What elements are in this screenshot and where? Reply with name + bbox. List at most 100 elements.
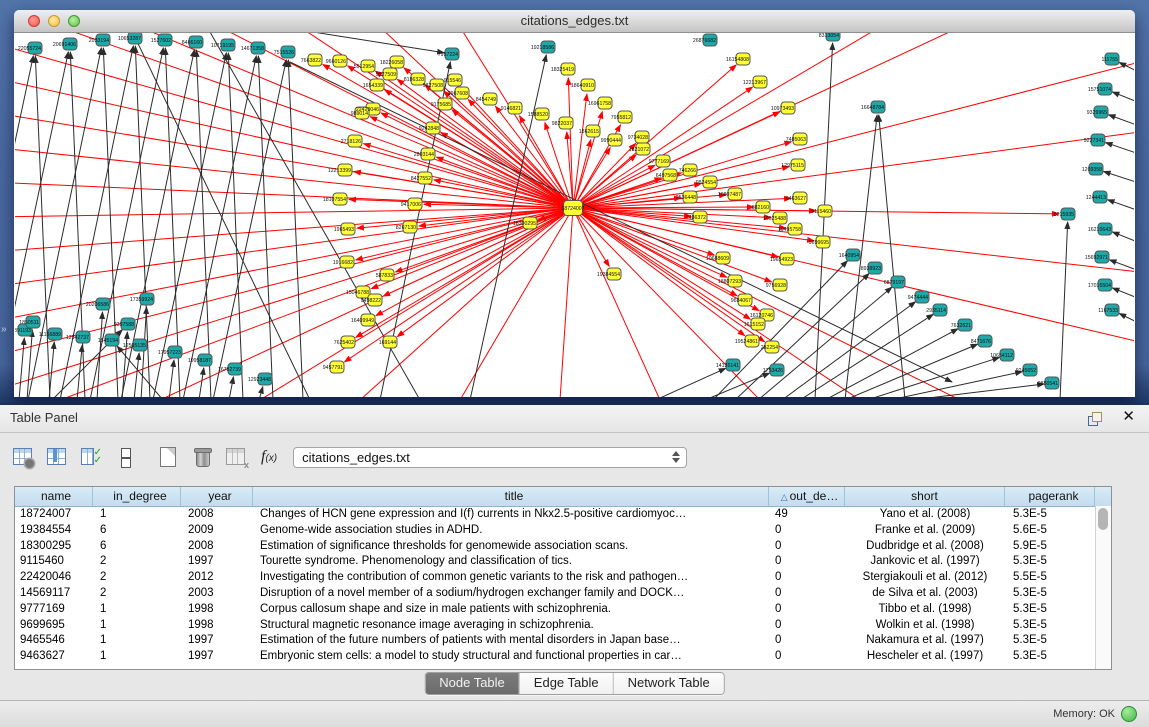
table-row[interactable]: 1872400712008Changes of HCN gene express… [15, 507, 1111, 523]
column-header-name[interactable]: name [15, 487, 93, 506]
table-cell: 18724007 [15, 507, 93, 523]
node-label: 10719195 [211, 43, 234, 49]
close-window-button[interactable] [28, 15, 40, 27]
table-cell: 2 [93, 554, 181, 570]
table-cell: Investigating the contribution of common… [253, 570, 769, 586]
table-cell: 0 [769, 570, 845, 586]
node-label: 8215935 [1054, 212, 1074, 218]
node-label: 8186328 [404, 77, 424, 83]
tab-network-table[interactable]: Network Table [613, 673, 724, 694]
column-header-outde[interactable]: △out_de… [769, 487, 845, 506]
table-cell: 0 [769, 539, 845, 555]
memory-status-indicator[interactable] [1121, 706, 1137, 722]
node-label: 2033194 [89, 38, 109, 44]
node-label: 7486372 [686, 215, 706, 221]
table-cell: Estimation of significance thresholds fo… [253, 539, 769, 555]
node-label: 1965493 [334, 227, 354, 233]
table-cell: de Silva et al. (2003) [845, 586, 1005, 602]
function-builder-icon[interactable]: f(x) [261, 448, 277, 466]
scrollbar-thumb[interactable] [1098, 508, 1108, 530]
node-label: 18724007 [561, 206, 584, 212]
table-cell: 1 [93, 507, 181, 523]
node-label: 2536448 [676, 195, 696, 201]
panel-collapse-marker[interactable]: » [1, 324, 7, 335]
table-cell: 5.3E-5 [1005, 633, 1095, 649]
table-row[interactable]: 977716911998Corpus callosum shape and si… [15, 602, 1111, 618]
network-table-select[interactable]: citations_edges.txt [293, 447, 687, 468]
table-row[interactable]: 1830029562008Estimation of significance … [15, 539, 1111, 555]
table-cell: 1998 [181, 602, 253, 618]
node-label: 12213967 [743, 80, 766, 86]
panel-title: Table Panel [10, 410, 78, 425]
node-label: 16409949 [351, 318, 374, 324]
table-row[interactable]: 946554611997Estimation of the future num… [15, 633, 1111, 649]
node-label: 9822037 [552, 121, 572, 127]
node-label: 1615152 [744, 322, 764, 328]
table-cell: Embryonic stem cells: a model to study s… [253, 649, 769, 665]
node-label: 587833 [376, 273, 393, 279]
column-header-year[interactable]: year [181, 487, 253, 506]
column-header-indegree[interactable]: in_degree [93, 487, 181, 506]
table-cell: 1997 [181, 633, 253, 649]
node-label: 7632621 [951, 323, 971, 329]
table-row[interactable]: 1938455462009Genome-wide association stu… [15, 523, 1111, 539]
node-label: 9684067 [731, 298, 751, 304]
new-table-icon[interactable] [158, 446, 179, 468]
table-cell: Wolkin et al. (1998) [845, 618, 1005, 634]
node-label: 9417006 [401, 202, 421, 208]
table-cell: 6 [93, 539, 181, 555]
table-panel-header: Table Panel ✕ [0, 405, 1149, 433]
table-row[interactable]: 2242004622012Investigating the contribut… [15, 570, 1111, 586]
table-cell: 1997 [181, 554, 253, 570]
network-view-window: citations_edges.txt 22055724206914062033… [14, 10, 1135, 397]
network-graph[interactable]: 2205572420691406203319410653287152760284… [15, 33, 1134, 397]
table-cell: 2008 [181, 507, 253, 523]
table-row[interactable]: 946362711997Embryonic stem cells: a mode… [15, 649, 1111, 665]
table-cell: Changes of HCN gene expression and I(f) … [253, 507, 769, 523]
node-label: 7663822 [301, 58, 321, 64]
table-row[interactable]: 1456911722003Disruption of a novel membe… [15, 586, 1111, 602]
table-row[interactable]: 911546021997Tourette syndrome. Phenomeno… [15, 554, 1111, 570]
node-label: 12213399 [328, 168, 351, 174]
node-label: 746266 [679, 168, 696, 174]
window-title: citations_edges.txt [521, 13, 629, 28]
table-scrollbar[interactable] [1095, 506, 1111, 669]
table-cell: 5.5E-5 [1005, 570, 1095, 586]
node-table: namein_degreeyeartitle△out_de…shortpager… [14, 486, 1112, 670]
node-label: 8471676 [971, 339, 991, 345]
float-panel-icon[interactable] [1088, 411, 1103, 426]
table-cell: 49 [769, 507, 845, 523]
column-header-pagerank[interactable]: pagerank [1005, 487, 1095, 506]
node-label: 9242848 [419, 126, 439, 132]
node-label: 9734028 [628, 135, 648, 141]
memory-status-label: Memory: OK [1053, 708, 1115, 720]
network-canvas[interactable]: 2205572420691406203319410653287152760284… [15, 33, 1134, 397]
node-label: 8454749 [476, 97, 496, 103]
node-label: 12975115 [781, 163, 804, 169]
node-label: 7485063 [786, 137, 806, 143]
select-all-icon[interactable]: ✓✓ [81, 446, 102, 468]
status-bar: Memory: OK [0, 700, 1149, 727]
column-header-title[interactable]: title [253, 487, 769, 506]
delete-table-icon[interactable] [192, 446, 213, 468]
table-cell: 0 [769, 554, 845, 570]
tab-node-table[interactable]: Node Table [425, 673, 519, 694]
node-label: 2935114 [926, 308, 946, 314]
window-titlebar[interactable]: citations_edges.txt [14, 10, 1135, 33]
node-label: 1753426 [763, 368, 783, 374]
show-columns-icon[interactable] [47, 446, 68, 468]
tab-edge-table[interactable]: Edge Table [519, 673, 613, 694]
row-height-icon[interactable] [115, 446, 136, 468]
node-label: 1850511 [19, 320, 39, 326]
node-label: 9498222 [361, 298, 381, 304]
close-panel-icon[interactable]: ✕ [1122, 408, 1135, 426]
column-header-short[interactable]: short [845, 487, 1005, 506]
table-settings-icon[interactable] [13, 446, 34, 468]
table-row[interactable]: 969969511998Structural magnetic resonanc… [15, 618, 1111, 634]
minimize-window-button[interactable] [48, 15, 60, 27]
node-label: 10025488 [763, 216, 786, 222]
table-cell: Hescheler et al. (1997) [845, 649, 1005, 665]
node-label: 16961758 [588, 101, 611, 107]
zoom-window-button[interactable] [68, 15, 80, 27]
node-label: 16120746 [750, 313, 773, 319]
